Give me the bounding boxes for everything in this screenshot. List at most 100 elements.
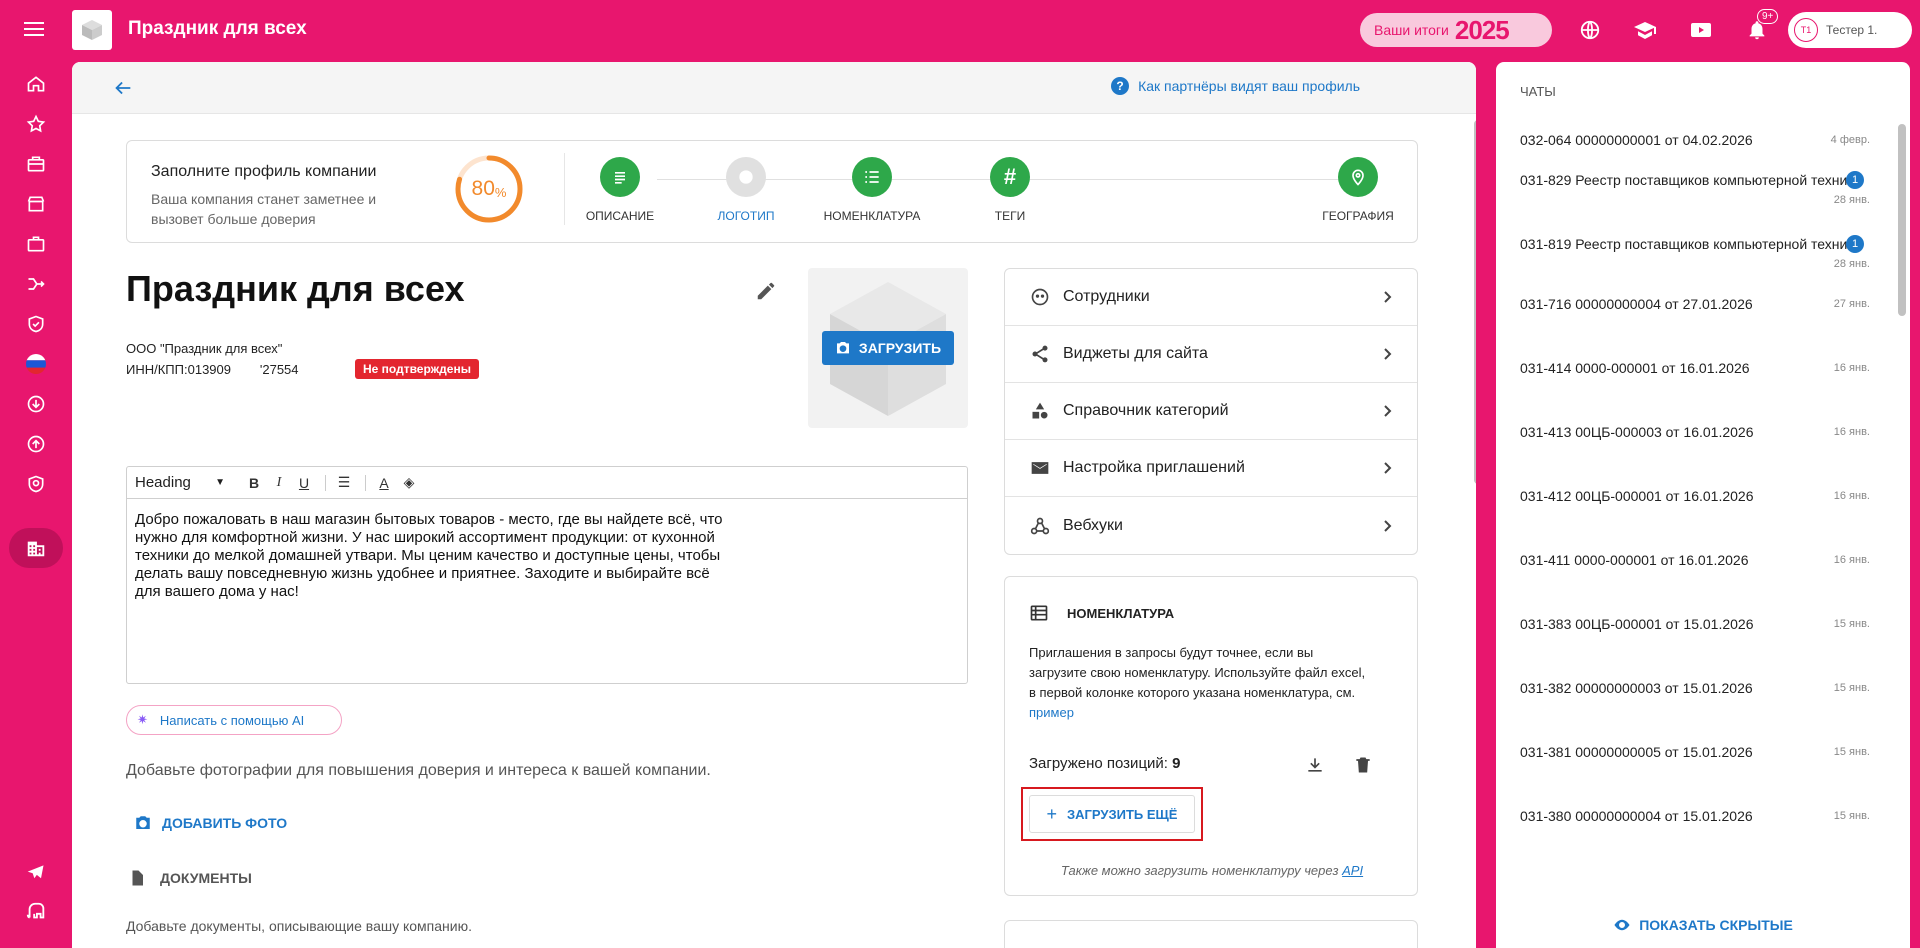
add-photo-button[interactable]: ДОБАВИТЬ ФОТО	[134, 814, 287, 832]
download-icon[interactable]	[1305, 755, 1325, 775]
inn-value: 013909 '27554	[187, 362, 299, 377]
elephant-icon[interactable]	[22, 898, 50, 926]
show-hidden-button[interactable]: ПОКАЗАТЬ СКРЫТЫЕ	[1496, 916, 1910, 934]
editor-text[interactable]: Добро пожаловать в наш магазин бытовых т…	[127, 499, 747, 613]
underline-icon[interactable]: U	[293, 475, 315, 491]
chat-date: 4 февр.	[1830, 134, 1870, 146]
text-color-icon[interactable]: A	[373, 475, 395, 491]
security-icon[interactable]	[22, 470, 50, 498]
company-icon[interactable]	[9, 528, 63, 568]
webhook-icon	[1029, 515, 1051, 537]
plus-icon: +	[1046, 803, 1057, 824]
api-hint: Также можно загрузить номенклатуру через…	[1005, 863, 1419, 878]
partner-view-link[interactable]: ? Как партнёры видят ваш профиль	[1111, 77, 1360, 95]
ai-write-button[interactable]: ✷ Написать с помощью AI	[126, 705, 342, 735]
documents-label: ДОКУМЕНТЫ	[160, 870, 252, 886]
italic-icon[interactable]: I	[268, 475, 290, 491]
menu-label: Виджеты для сайта	[1063, 345, 1208, 362]
home-icon[interactable]	[22, 70, 50, 98]
description-editor: Heading ▼ B I U ☰ A ◈ Добро пожаловать в …	[126, 466, 968, 684]
nomenclature-card: НОМЕНКЛАТУРА Приглашения в запросы будут…	[1004, 576, 1418, 896]
menu-label: Настройка приглашений	[1063, 459, 1245, 476]
step-geography[interactable]: ГЕОГРАФИЯ	[1293, 157, 1423, 223]
briefcase-icon[interactable]	[22, 230, 50, 258]
logo-upload-box: ЗАГРУЗИТЬ	[808, 268, 968, 428]
bold-icon[interactable]: B	[243, 475, 265, 491]
russia-flag-icon[interactable]	[22, 350, 50, 378]
fill-color-icon[interactable]: ◈	[398, 474, 420, 491]
add-camera-icon	[136, 816, 150, 829]
avatar: Т1	[1794, 18, 1818, 42]
inn-row: ИНН/КПП:013909 '27554	[126, 359, 299, 380]
edit-pencil-icon[interactable]	[755, 280, 777, 302]
chat-item[interactable]: 031-414 0000-000001 от 16.01.2026	[1520, 358, 1876, 378]
documents-heading: ДОКУМЕНТЫ	[128, 868, 252, 888]
menu-item-employees[interactable]: Сотрудники	[1005, 269, 1417, 326]
education-icon[interactable]	[1632, 17, 1658, 43]
back-arrow-icon[interactable]	[112, 77, 134, 99]
itogi-button[interactable]: Ваши итоги 2025	[1360, 13, 1552, 47]
loaded-positions: Загружено позиций: 9	[1029, 755, 1180, 772]
chat-date: 15 янв.	[1833, 810, 1870, 822]
user-menu[interactable]: Т1 Тестер 1.	[1788, 12, 1912, 48]
upload-logo-button[interactable]: ЗАГРУЗИТЬ	[822, 331, 954, 365]
trash-icon[interactable]	[1353, 754, 1373, 776]
user-name: Тестер 1.	[1826, 23, 1878, 37]
bullet-list-icon[interactable]: ☰	[333, 474, 355, 491]
star-icon[interactable]	[22, 110, 50, 138]
main-scrollbar[interactable]	[1474, 120, 1476, 484]
chat-item[interactable]: 031-382 00000000003 от 15.01.2026	[1520, 678, 1876, 698]
menu-item-widgets[interactable]: Виджеты для сайта	[1005, 326, 1417, 383]
chat-item[interactable]: 031-383 00ЦБ-000001 от 15.01.2026	[1520, 614, 1876, 634]
download-circle-icon[interactable]	[22, 390, 50, 418]
chat-item[interactable]: 031-716 00000000004 от 27.01.2026	[1520, 294, 1876, 314]
chats-scrollbar[interactable]	[1898, 124, 1906, 316]
routing-icon[interactable]	[22, 270, 50, 298]
top-bar: Праздник для всех Ваши итоги 2025 9+ Т1 …	[0, 0, 1920, 60]
step-logo[interactable]: ЛОГОТИП	[681, 157, 811, 223]
chat-item[interactable]: 031-411 0000-000001 от 16.01.2026	[1520, 550, 1876, 570]
loaded-count: 9	[1172, 755, 1181, 772]
example-link[interactable]: пример	[1029, 705, 1074, 720]
mail-icon	[1029, 457, 1051, 479]
company-logo[interactable]	[72, 10, 112, 50]
chat-date: 16 янв.	[1833, 554, 1870, 566]
progress-percent: 80%	[471, 177, 507, 200]
step-nomenclature[interactable]: НОМЕНКЛАТУРА	[807, 157, 937, 223]
step-description[interactable]: ОПИСАНИЕ	[555, 157, 685, 223]
chat-item[interactable]: 031-829 Реестр поставщиков компьютерной …	[1520, 170, 1876, 190]
menu-item-invitations[interactable]: Настройка приглашений	[1005, 440, 1417, 497]
format-select[interactable]: Heading ▼	[135, 474, 233, 491]
ai-button-label: Написать с помощью AI	[159, 712, 305, 728]
upload-logo-label: ЗАГРУЗИТЬ	[858, 340, 942, 356]
face-icon	[1029, 286, 1051, 308]
menu-item-categories[interactable]: Справочник категорий	[1005, 383, 1417, 440]
chat-item[interactable]: 031-819 Реестр поставщиков компьютерной …	[1520, 234, 1876, 254]
sparkle-icon: ✷	[137, 712, 148, 727]
api-link[interactable]: API	[1342, 863, 1363, 878]
menu-item-webhooks[interactable]: Вебхуки	[1005, 497, 1417, 554]
upload-more-button[interactable]: + ЗАГРУЗИТЬ ЕЩЁ	[1029, 795, 1195, 833]
requests-icon[interactable]	[22, 150, 50, 178]
step-tags[interactable]: # ТЕГИ	[945, 157, 1075, 223]
menu-icon[interactable]	[24, 18, 44, 38]
chat-item[interactable]: 031-380 00000000004 от 15.01.2026	[1520, 806, 1876, 826]
globe-icon[interactable]	[1577, 17, 1603, 43]
notifications-badge: 9+	[1757, 9, 1779, 24]
list-icon	[600, 157, 640, 197]
sidebar	[0, 60, 72, 948]
shield-check-icon[interactable]	[22, 310, 50, 338]
chevron-down-icon: ▼	[215, 477, 225, 488]
store-icon[interactable]	[22, 190, 50, 218]
upload-circle-icon[interactable]	[22, 430, 50, 458]
document-icon	[132, 870, 143, 886]
chat-date: 28 янв.	[1833, 258, 1870, 270]
telegram-icon[interactable]	[22, 858, 50, 886]
chat-item[interactable]: 032-064 00000000001 от 04.02.2026	[1520, 130, 1876, 150]
format-value: Heading	[135, 474, 191, 491]
chat-item[interactable]: 031-412 00ЦБ-000001 от 16.01.2026	[1520, 486, 1876, 506]
shapes-icon	[1029, 400, 1051, 422]
chat-item[interactable]: 031-381 00000000005 от 15.01.2026	[1520, 742, 1876, 762]
chat-item[interactable]: 031-413 00ЦБ-000003 от 16.01.2026	[1520, 422, 1876, 442]
video-icon[interactable]	[1688, 17, 1714, 43]
